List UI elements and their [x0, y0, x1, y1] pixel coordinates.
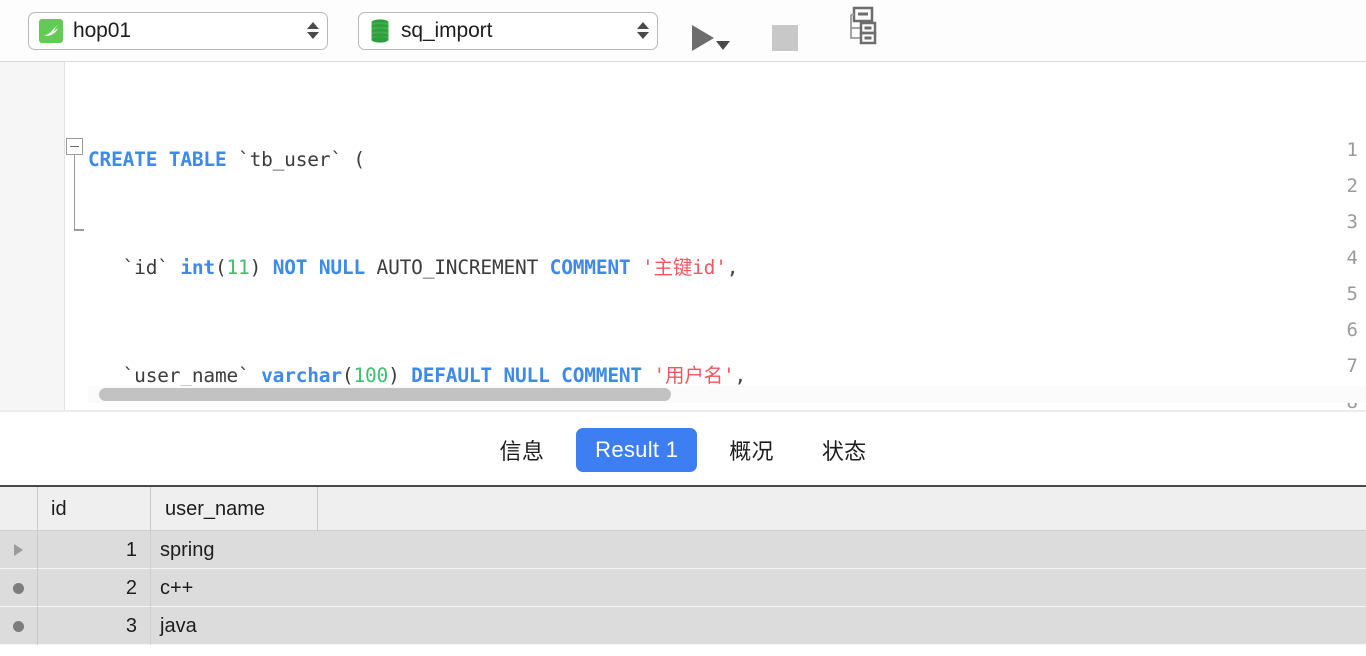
database-label: sq_import — [401, 18, 493, 42]
editor-bottom-divider — [0, 410, 1366, 412]
play-icon — [692, 24, 714, 51]
table-row[interactable]: 1 spring — [0, 531, 1366, 569]
line-number: 6 — [1346, 319, 1358, 341]
database-icon — [369, 18, 391, 44]
chevron-updown-icon[interactable] — [305, 18, 321, 44]
table-row[interactable]: 3 java — [0, 607, 1366, 645]
row-marker[interactable] — [0, 569, 38, 607]
cell-user-name[interactable]: java — [153, 607, 318, 645]
tab-status[interactable]: 状态 — [806, 426, 883, 474]
line-number: 5 — [1346, 283, 1358, 305]
column-header-id[interactable]: id — [39, 487, 151, 531]
cell-user-name[interactable]: c++ — [153, 569, 318, 607]
cell-id[interactable]: 1 — [39, 531, 151, 569]
tab-profile[interactable]: 概况 — [713, 426, 790, 474]
editor-gutter — [0, 62, 65, 412]
tab-info[interactable]: 信息 — [484, 426, 561, 474]
chevron-updown-icon[interactable] — [635, 18, 651, 44]
table-row[interactable]: 2 c++ — [0, 569, 1366, 607]
line-number: 1 — [1346, 139, 1358, 161]
explain-plan-icon — [840, 6, 878, 51]
cell-id[interactable]: 2 — [39, 569, 151, 607]
connection-label: hop01 — [73, 18, 131, 42]
tab-result-1[interactable]: Result 1 — [576, 427, 698, 472]
dot-icon — [13, 582, 24, 594]
mysql-dolphin-icon — [39, 18, 63, 43]
row-marker-current[interactable] — [0, 531, 38, 569]
caret-right-icon — [14, 544, 23, 556]
line-number: 2 — [1346, 175, 1358, 197]
code-fold-toggle[interactable] — [66, 138, 83, 155]
dot-icon — [13, 620, 24, 632]
editor-hscrollbar-thumb[interactable] — [99, 388, 671, 401]
stop-square-icon — [772, 24, 798, 51]
explain-plan-button[interactable] — [840, 6, 878, 51]
row-marker[interactable] — [0, 607, 38, 645]
line-number: 4 — [1346, 247, 1358, 269]
line-number: 7 — [1346, 355, 1358, 377]
database-selector[interactable]: sq_import — [358, 11, 658, 50]
cell-id[interactable]: 3 — [39, 607, 151, 645]
grid-header-row: id user_name — [0, 487, 1366, 531]
grid-marker-header — [0, 487, 38, 531]
chevron-down-icon[interactable] — [716, 40, 730, 50]
code-line[interactable]: `id` int(11) NOT NULL AUTO_INCREMENT COM… — [88, 250, 942, 286]
toolbar: hop01 sq_import — [0, 0, 1366, 62]
sql-editor[interactable]: 1 2 3 4 5 6 7 8 9 CREATE TABLE `tb_user`… — [0, 62, 1366, 412]
stop-query-button[interactable] — [772, 11, 798, 51]
column-header-user-name[interactable]: user_name — [153, 487, 318, 531]
code-line[interactable]: CREATE TABLE `tb_user` ( — [88, 142, 942, 178]
code-fold-end — [73, 229, 84, 231]
run-query-button[interactable] — [692, 11, 730, 51]
result-tabbar: 信息 Result 1 概况 状态 — [0, 414, 1366, 487]
code-content[interactable]: CREATE TABLE `tb_user` ( `id` int(11) NO… — [88, 70, 942, 412]
result-grid[interactable]: id user_name 1 spring 2 c++ 3 java — [0, 487, 1366, 656]
connection-selector[interactable]: hop01 — [28, 11, 328, 50]
cell-user-name[interactable]: spring — [153, 531, 318, 569]
line-number: 3 — [1346, 211, 1358, 233]
code-fold-line — [73, 155, 75, 230]
